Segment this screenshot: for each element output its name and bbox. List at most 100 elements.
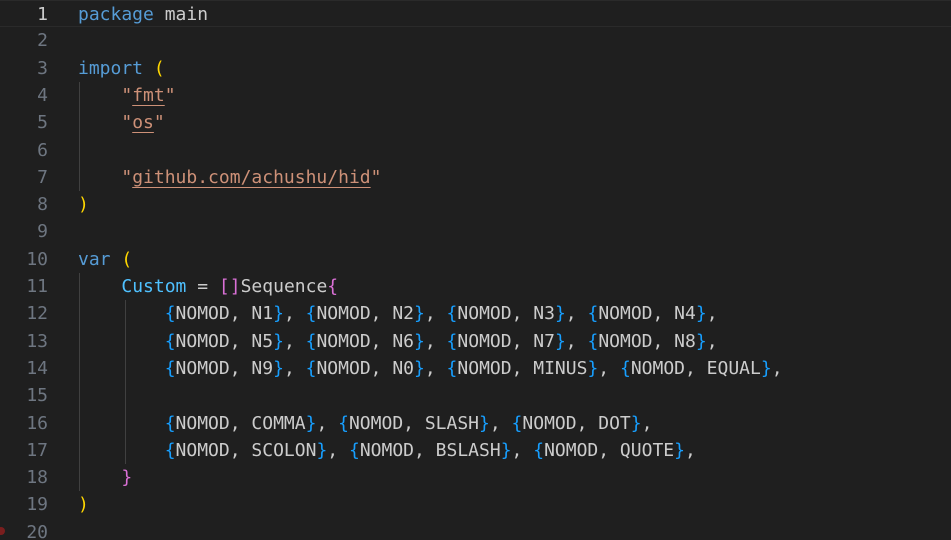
line-number[interactable]: 8 <box>0 191 48 218</box>
code-token: { <box>511 412 523 434</box>
code-token: fmt <box>132 84 165 106</box>
code-token: , <box>327 439 349 461</box>
code-token: NOMOD, N8 <box>598 330 696 352</box>
code-token: , <box>641 412 653 434</box>
code-token: } <box>479 412 490 434</box>
code-text[interactable]: {NOMOD, N1}, {NOMOD, N2}, {NOMOD, N3}, {… <box>78 300 718 327</box>
line-number[interactable]: 19 <box>0 491 48 518</box>
code-token: ) <box>78 494 89 516</box>
code-line[interactable]: 11 Custom = []Sequence{ <box>0 273 951 300</box>
code-text[interactable]: import ( <box>78 55 165 82</box>
code-token: Custom <box>121 276 187 297</box>
code-token: import <box>78 57 144 79</box>
code-line[interactable]: 10 var ( <box>0 246 951 273</box>
code-token: NOMOD, SLASH <box>348 412 480 434</box>
line-number[interactable]: 10 <box>0 246 48 273</box>
line-number[interactable]: 11 <box>0 273 48 300</box>
code-token: } <box>500 439 512 461</box>
line-number[interactable]: 2 <box>0 27 48 54</box>
code-text[interactable]: {NOMOD, SCOLON}, {NOMOD, BSLASH}, {NOMOD… <box>78 437 696 464</box>
code-editor[interactable]: 1 package main 2 3 import (4 "fmt" 5 "os" 6 7 "… <box>0 0 951 540</box>
code-token: { <box>446 303 458 325</box>
code-line[interactable]: 12 {NOMOD, N1}, {NOMOD, N2}, {NOMOD, N3}… <box>0 300 951 327</box>
code-line[interactable]: 18 } <box>0 464 951 491</box>
line-number[interactable]: 4 <box>0 82 48 109</box>
code-token: } <box>305 412 317 434</box>
line-number[interactable]: 12 <box>0 300 48 327</box>
code-text[interactable]: "os" <box>78 109 164 136</box>
code-token: , <box>511 439 534 461</box>
code-token: { <box>446 330 458 352</box>
code-token: } <box>760 357 772 379</box>
code-token: os <box>132 112 154 134</box>
code-text[interactable]: ) <box>78 491 89 518</box>
code-token: , <box>565 330 588 352</box>
line-number[interactable]: 6 <box>0 137 48 164</box>
code-token: } <box>316 439 328 461</box>
code-token: , <box>706 330 718 352</box>
code-line[interactable]: 20 <box>0 519 951 540</box>
code-text[interactable]: "fmt" <box>78 82 176 109</box>
code-line[interactable]: 3 import ( <box>0 55 951 82</box>
code-token: } <box>121 467 133 489</box>
code-text[interactable]: {NOMOD, N9}, {NOMOD, N0}, {NOMOD, MINUS}… <box>78 355 783 382</box>
code-text[interactable]: package main <box>78 1 208 28</box>
code-line[interactable]: 14 {NOMOD, N9}, {NOMOD, N0}, {NOMOD, MIN… <box>0 355 951 382</box>
code-line[interactable]: 2 <box>0 27 951 54</box>
code-token: NOMOD, N9 <box>175 357 274 379</box>
indent-guide <box>79 273 80 491</box>
code-token: NOMOD, EQUAL <box>630 357 761 379</box>
code-line[interactable]: 7 "github.com/achushu/hid" <box>0 164 951 191</box>
line-number[interactable]: 20 <box>0 519 48 540</box>
line-number[interactable]: 9 <box>0 218 48 245</box>
code-line[interactable]: 9 <box>0 218 951 245</box>
code-token: { <box>164 330 176 352</box>
line-number[interactable]: 15 <box>0 382 48 409</box>
code-text[interactable]: } <box>78 464 132 491</box>
code-text[interactable]: Custom = []Sequence{ <box>78 273 338 300</box>
code-token: } <box>695 330 707 352</box>
code-token: } <box>414 303 425 325</box>
code-line[interactable]: 15 <box>0 382 951 409</box>
line-number[interactable]: 7 <box>0 164 48 191</box>
code-line[interactable]: 13 {NOMOD, N5}, {NOMOD, N6}, {NOMOD, N7}… <box>0 328 951 355</box>
line-number[interactable]: 18 <box>0 464 48 491</box>
line-number[interactable]: 13 <box>0 328 48 355</box>
code-token: { <box>533 439 545 461</box>
line-number[interactable]: 14 <box>0 355 48 382</box>
code-line[interactable]: 16 {NOMOD, COMMA}, {NOMOD, SLASH}, {NOMO… <box>0 410 951 437</box>
indent-guide <box>125 300 126 464</box>
code-text[interactable]: var ( <box>78 246 132 273</box>
code-text[interactable]: "github.com/achushu/hid" <box>78 164 381 191</box>
code-token: } <box>414 357 425 379</box>
line-number[interactable]: 3 <box>0 55 48 82</box>
code-text[interactable]: ) <box>78 191 89 218</box>
line-number[interactable]: 16 <box>0 410 48 437</box>
line-number[interactable]: 17 <box>0 437 48 464</box>
code-token: } <box>554 330 566 352</box>
code-text[interactable]: {NOMOD, COMMA}, {NOMOD, SLASH}, {NOMOD, … <box>78 410 653 437</box>
line-number[interactable]: 1 <box>0 1 48 28</box>
code-text[interactable]: {NOMOD, N5}, {NOMOD, N6}, {NOMOD, N7}, {… <box>78 328 718 355</box>
code-line[interactable]: 4 "fmt" <box>0 82 951 109</box>
code-token: NOMOD, N6 <box>316 330 415 352</box>
code-line[interactable]: 17 {NOMOD, SCOLON}, {NOMOD, BSLASH}, {NO… <box>0 437 951 464</box>
code-token: } <box>273 303 284 325</box>
code-line[interactable]: 8) <box>0 191 951 218</box>
code-token: NOMOD, N7 <box>457 330 555 352</box>
line-number[interactable]: 5 <box>0 109 48 136</box>
code-line[interactable]: 5 "os" <box>0 109 951 136</box>
code-line[interactable]: 6 <box>0 137 951 164</box>
code-token: NOMOD, N1 <box>175 303 274 325</box>
code-line[interactable]: 19) <box>0 491 951 518</box>
code-token: { <box>338 412 349 434</box>
code-token: " <box>164 84 176 106</box>
code-line[interactable]: 1 package main <box>0 0 951 28</box>
code-token: main <box>153 4 209 25</box>
